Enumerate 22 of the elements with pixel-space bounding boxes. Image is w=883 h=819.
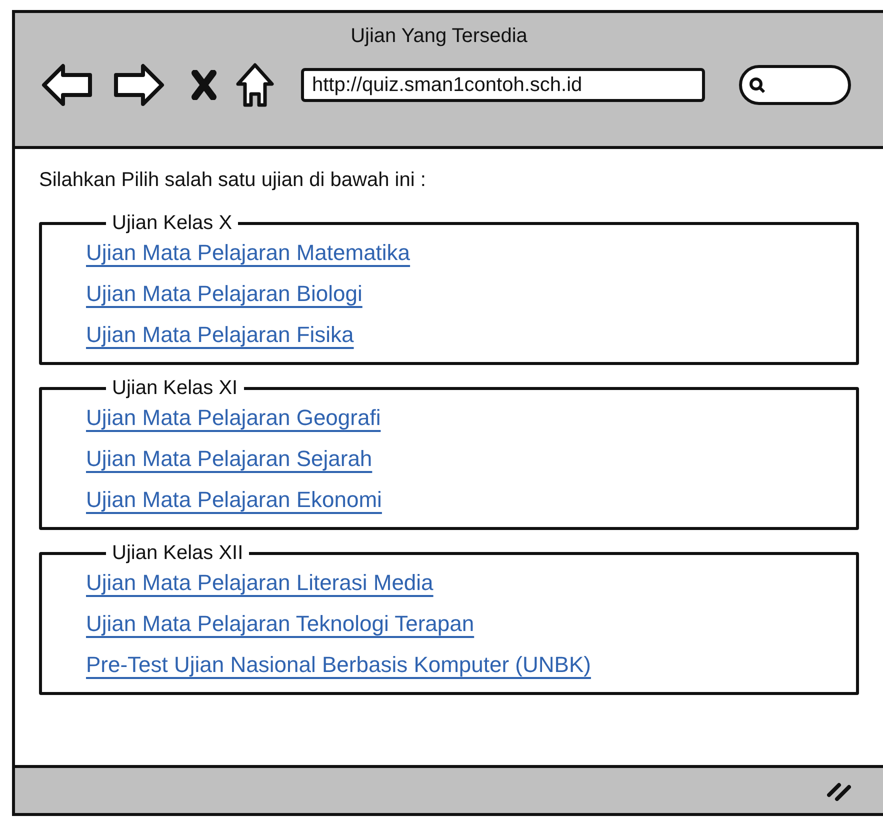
exam-link[interactable]: Ujian Mata Pelajaran Geografi [86,404,381,431]
group-title: Ujian Kelas XII [111,542,244,565]
home-icon[interactable] [235,62,275,108]
back-icon[interactable] [41,63,93,107]
search-icon [748,76,766,94]
group-title: Ujian Kelas X [111,212,234,235]
exam-link[interactable]: Ujian Mata Pelajaran Teknologi Terapan [86,610,474,637]
forward-icon[interactable] [113,63,165,107]
resize-grip-icon[interactable] [827,780,851,800]
exam-link[interactable]: Ujian Mata Pelajaran Matematika [86,239,410,266]
group-title: Ujian Kelas XI [111,377,239,400]
exam-link[interactable]: Ujian Mata Pelajaran Sejarah [86,445,372,472]
exam-link[interactable]: Pre-Test Ujian Nasional Berbasis Komputer (UNBK) [86,651,591,678]
exam-link[interactable]: Ujian Mata Pelajaran Biologi [86,280,362,307]
close-icon[interactable] [191,70,217,100]
exam-link[interactable]: Ujian Mata Pelajaran Ekonomi [86,486,382,513]
exam-link[interactable]: Ujian Mata Pelajaran Literasi Media [86,569,434,596]
window-title: Ujian Yang Tersedia [350,25,528,48]
exam-link[interactable]: Ujian Mata Pelajaran Fisika [86,321,354,348]
instruction-text: Silahkan Pilih salah satu ujian di bawah ini : [39,169,427,192]
url-field[interactable]: http://quiz.sman1contoh.sch.id [301,68,705,102]
search-field[interactable] [739,65,851,105]
